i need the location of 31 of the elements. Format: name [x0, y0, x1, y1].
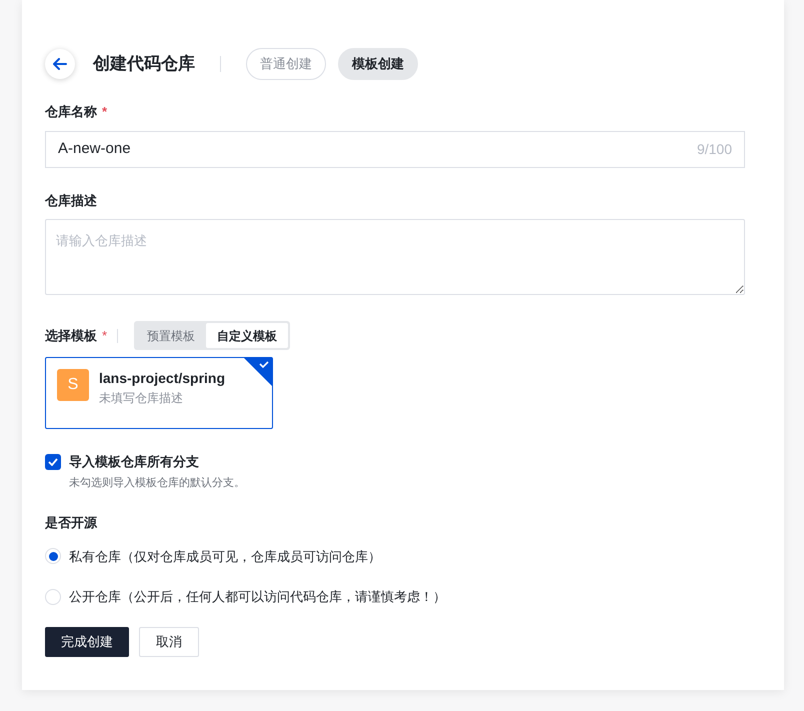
- required-mark: *: [102, 103, 108, 121]
- description-input-field[interactable]: 请输入仓库描述: [45, 219, 745, 295]
- repo-description: 未填写仓库描述: [99, 390, 184, 407]
- character-counter: 9/100: [696, 140, 732, 158]
- radio-label: 公开仓库（公开后，任何人都可以访问代码仓库，请谨慎考虑！）: [69, 588, 446, 606]
- radio-label: 私有仓库（仅对仓库成员可见，仓库成员可访问仓库）: [69, 548, 381, 566]
- back-button[interactable]: [45, 49, 75, 79]
- name-input-field[interactable]: A-new-one 9/100: [45, 130, 745, 168]
- repo-name: lans-project/spring: [99, 369, 226, 387]
- template-card[interactable]: S lans-project/spring 未填写仓库描述: [45, 357, 273, 429]
- radio-button[interactable]: [45, 548, 61, 564]
- template-source-tab[interactable]: 预置模板: [136, 323, 206, 348]
- radio-button[interactable]: [45, 588, 61, 605]
- input-value: A-new-one: [58, 138, 132, 159]
- field-label: 仓库名称: [45, 103, 97, 121]
- field-label: 仓库描述: [45, 192, 98, 210]
- page-title: 创建代码仓库: [93, 53, 195, 76]
- required-mark: *: [102, 326, 108, 345]
- check-icon: [48, 458, 58, 466]
- field-label: 是否开源: [45, 514, 98, 532]
- repo-avatar: S: [57, 369, 89, 401]
- back-arrow-icon: [53, 58, 67, 70]
- submit-button[interactable]: 完成创建: [45, 626, 129, 656]
- template-source-tab[interactable]: 自定义模板: [206, 323, 288, 348]
- checkbox[interactable]: [45, 454, 61, 470]
- field-label: 选择模板: [45, 326, 97, 345]
- selected-check-icon: [244, 358, 272, 386]
- checkbox-label: 导入模板仓库所有分支: [69, 453, 199, 471]
- mode-tab[interactable]: 模板创建: [338, 48, 418, 80]
- cancel-button[interactable]: 取消: [139, 626, 199, 656]
- checkbox-hint: 未勾选则导入模板仓库的默认分支。: [69, 476, 246, 490]
